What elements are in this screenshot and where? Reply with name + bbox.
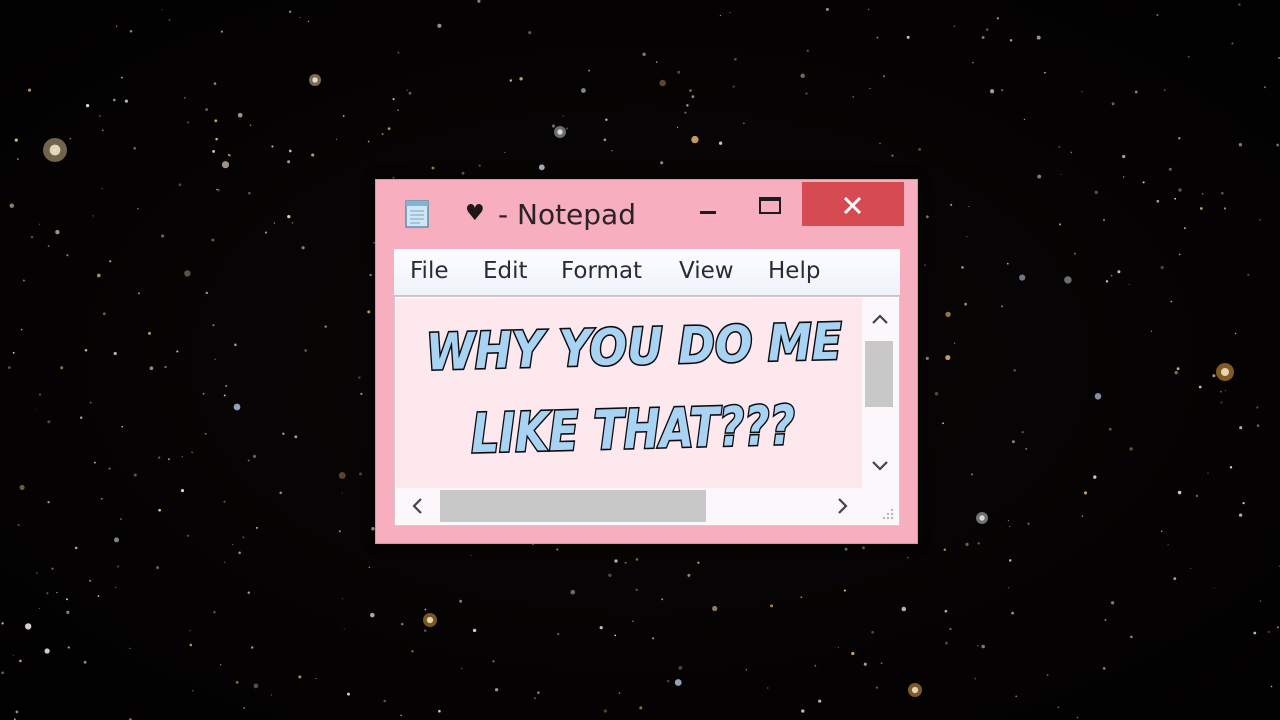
text-line-1: WHY YOU DO ME (425, 313, 842, 382)
text-editor[interactable]: WHY YOU DO ME LIKE THAT??? (396, 298, 862, 488)
minimize-icon (700, 211, 716, 214)
notepad-window[interactable]: ♥ - Notepad File Edit Format View Help W… (375, 179, 918, 544)
text-line-2: LIKE THAT??? (470, 394, 796, 465)
notepad-icon[interactable] (403, 198, 431, 228)
menu-view[interactable]: View (679, 257, 734, 285)
horizontal-scroll-thumb[interactable] (440, 490, 706, 522)
desktop-background: ♥ - Notepad File Edit Format View Help W… (0, 0, 1280, 720)
resize-grip[interactable] (862, 488, 898, 524)
title-heart-symbol: ♥ (465, 201, 485, 226)
menu-bar: File Edit Format View Help (394, 249, 900, 295)
document-text: WHY YOU DO ME LIKE THAT??? (424, 311, 845, 467)
window-title: - Notepad (498, 198, 636, 231)
scroll-right-button[interactable] (826, 488, 858, 524)
title-bar[interactable]: ♥ - Notepad (376, 180, 917, 246)
chevron-left-icon (412, 498, 422, 514)
vertical-scrollbar[interactable] (862, 298, 898, 488)
minimize-button[interactable] (681, 182, 735, 226)
chevron-down-icon (872, 461, 888, 471)
vertical-scroll-thumb[interactable] (865, 341, 893, 407)
chevron-up-icon (872, 314, 888, 324)
maximize-button[interactable] (742, 182, 796, 226)
scroll-left-button[interactable] (402, 488, 434, 524)
resize-grip-icon (882, 508, 894, 520)
scroll-down-button[interactable] (862, 450, 898, 480)
menu-file[interactable]: File (410, 257, 449, 285)
maximize-icon (759, 197, 781, 214)
menu-help[interactable]: Help (768, 257, 820, 285)
menu-edit[interactable]: Edit (483, 257, 528, 285)
horizontal-scrollbar[interactable] (396, 488, 862, 524)
editor-frame: WHY YOU DO ME LIKE THAT??? (394, 296, 900, 526)
close-icon (843, 196, 862, 215)
menu-format[interactable]: Format (561, 257, 642, 285)
close-button[interactable] (802, 182, 904, 226)
chevron-right-icon (838, 498, 848, 514)
scroll-up-button[interactable] (862, 304, 898, 334)
